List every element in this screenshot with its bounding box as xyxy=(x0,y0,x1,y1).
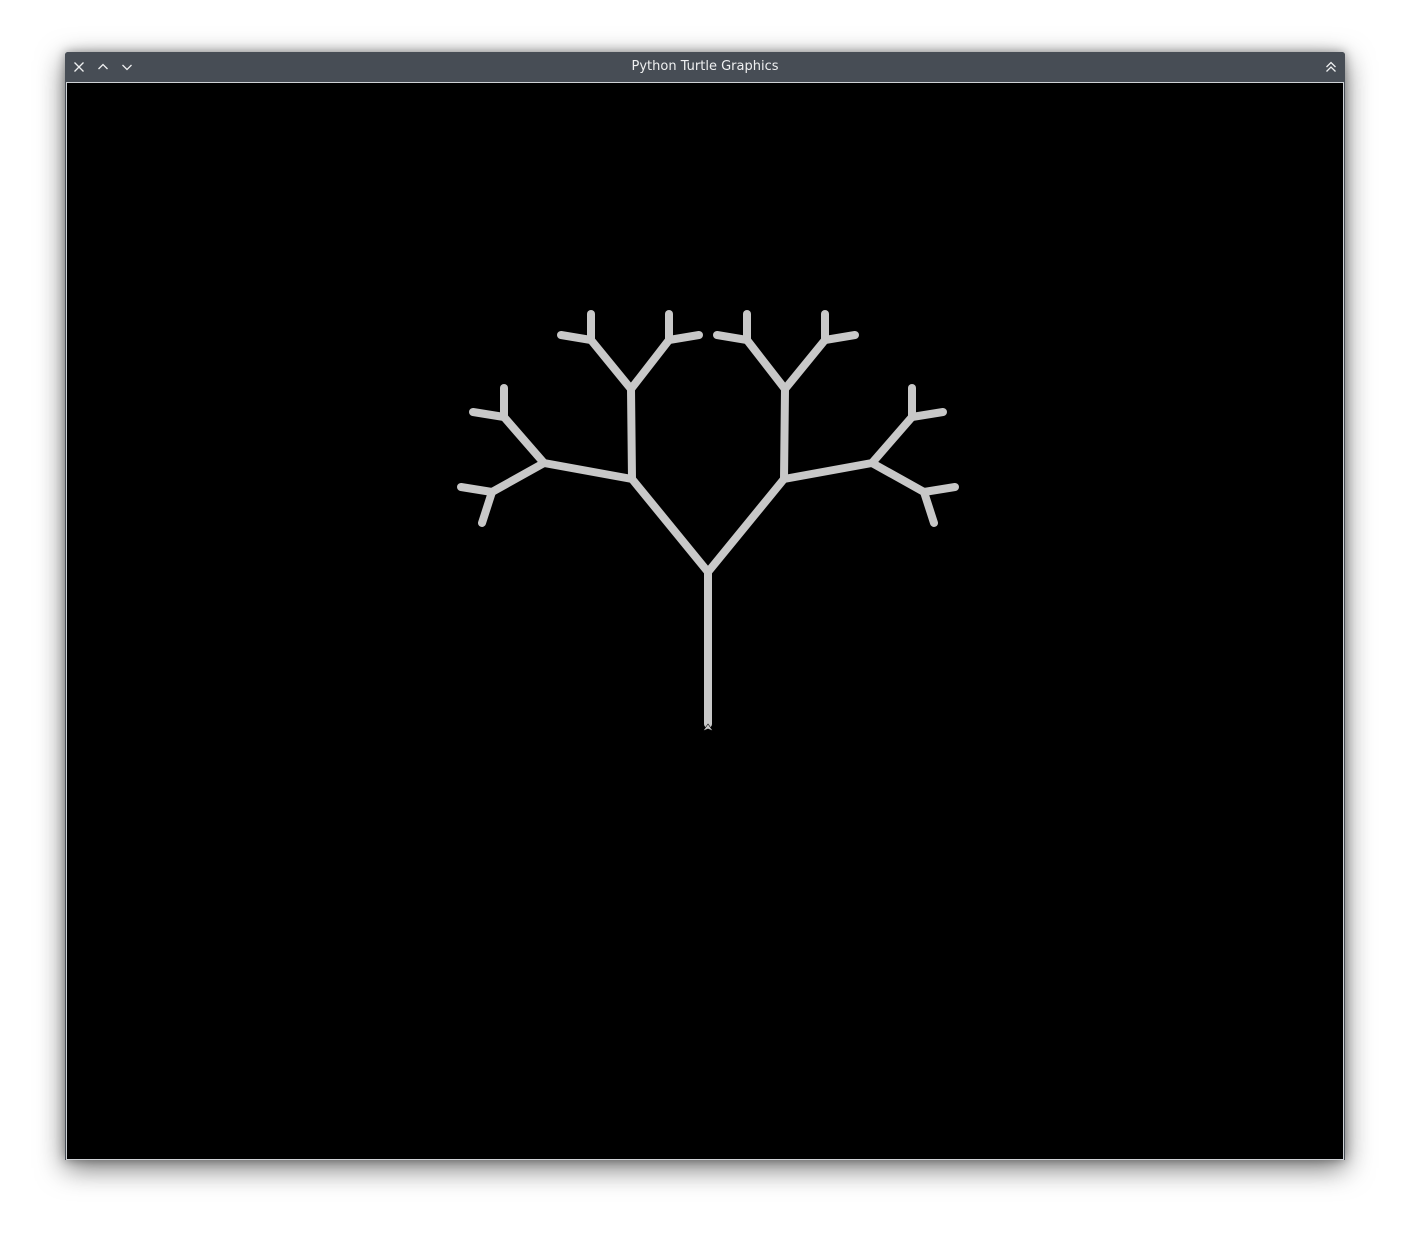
canvas-frame xyxy=(66,82,1344,1160)
branch xyxy=(488,459,548,496)
branch xyxy=(628,475,712,576)
keep-above-button[interactable] xyxy=(95,59,111,75)
chevron-up-icon xyxy=(97,61,109,73)
branch xyxy=(868,459,928,496)
branch xyxy=(780,385,789,483)
branch xyxy=(500,413,548,467)
tree-branches xyxy=(457,310,959,728)
title-bar[interactable]: Python Turtle Graphics xyxy=(65,52,1345,82)
turtle-window: Python Turtle Graphics xyxy=(65,52,1345,1160)
branch xyxy=(920,483,959,496)
branch xyxy=(821,331,859,344)
branch xyxy=(743,336,789,393)
branch xyxy=(780,459,876,483)
branch xyxy=(627,385,636,483)
close-icon xyxy=(73,61,85,73)
chevron-down-icon xyxy=(121,61,133,73)
branch xyxy=(908,408,947,421)
branch xyxy=(868,413,916,467)
keep-below-button[interactable] xyxy=(119,59,135,75)
window-title: Python Turtle Graphics xyxy=(631,59,779,74)
turtle-canvas[interactable] xyxy=(68,84,1342,1158)
fractal-tree-drawing xyxy=(457,310,959,732)
branch xyxy=(781,336,829,393)
branch xyxy=(665,331,703,344)
shade-button[interactable] xyxy=(1323,59,1339,75)
double-chevron-up-icon xyxy=(1325,61,1337,73)
branch xyxy=(587,336,635,393)
branch xyxy=(457,483,496,496)
branch xyxy=(920,488,938,527)
branch xyxy=(704,475,788,576)
branch xyxy=(713,331,751,344)
branch xyxy=(557,331,595,344)
branch xyxy=(627,336,673,393)
branch xyxy=(540,459,636,483)
branch xyxy=(478,488,496,527)
close-button[interactable] xyxy=(71,59,87,75)
branch xyxy=(469,408,508,421)
